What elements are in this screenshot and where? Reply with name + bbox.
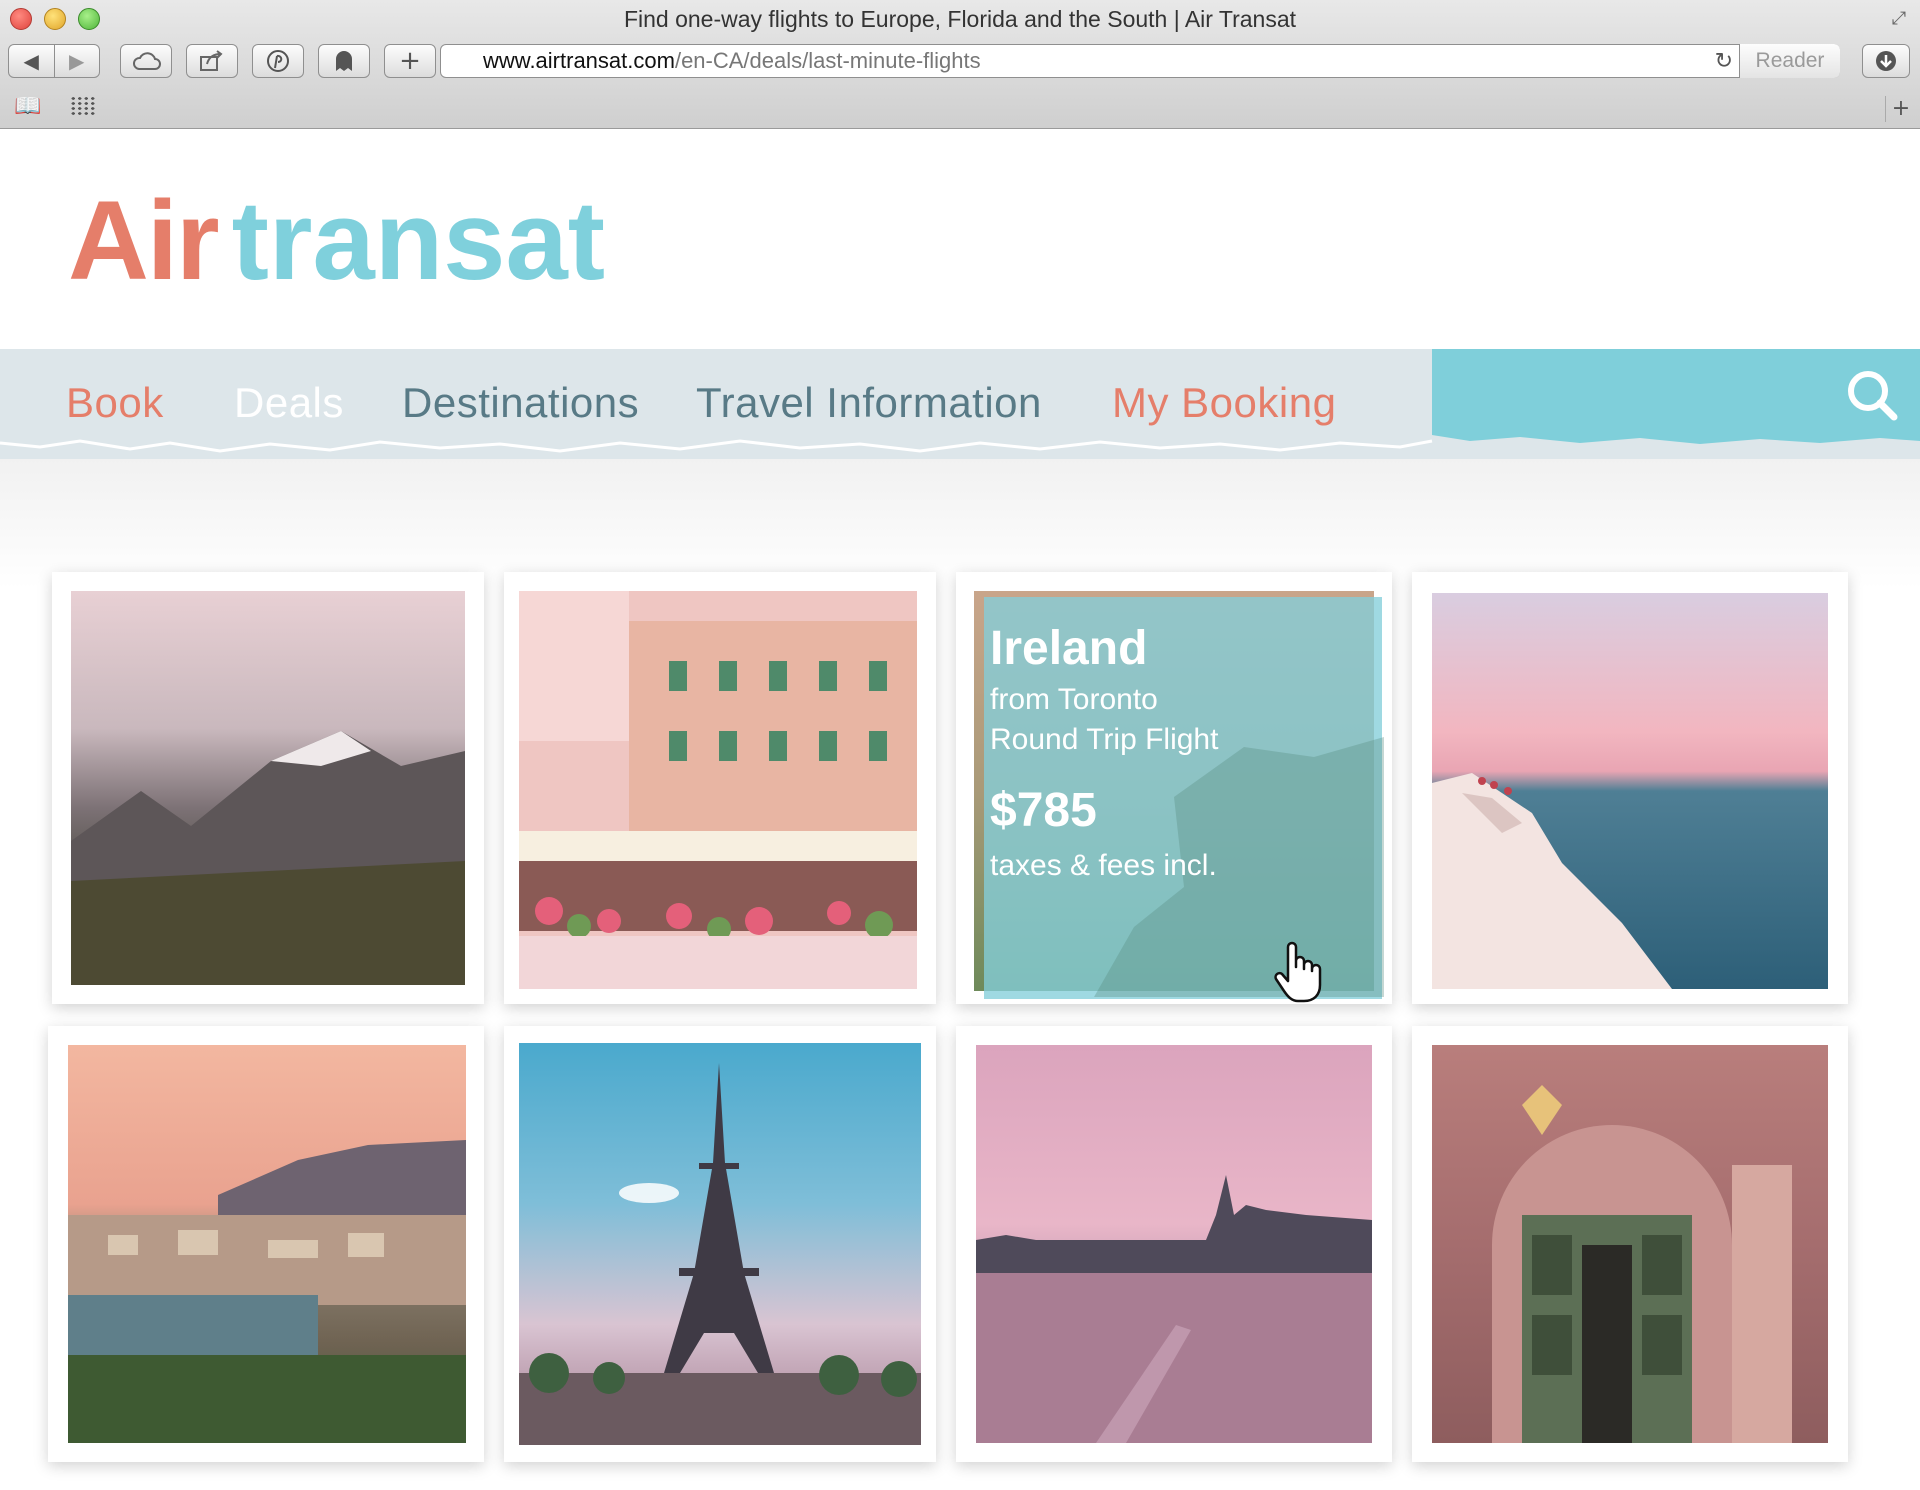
ghost-icon (336, 51, 352, 71)
add-bookmark-icon[interactable]: + (1885, 96, 1916, 122)
browser-chrome: Find one-way flights to Europe, Florida … (0, 0, 1920, 129)
search-button[interactable] (1432, 349, 1920, 435)
cliffs-illustration (1432, 773, 1672, 989)
deal-taxes-note: taxes & fees incl. (990, 849, 1217, 882)
new-tab-button[interactable]: + (384, 44, 436, 78)
fullscreen-icon[interactable]: ⤢ (1888, 8, 1910, 30)
address-bar[interactable]: www.airtransat.com/en-CA/deals/last-minu… (440, 44, 1840, 78)
downloads-button[interactable] (1862, 44, 1910, 78)
mountain-photo (71, 591, 465, 985)
plaza-illustration (519, 591, 917, 989)
eiffel-tower-photo (519, 1043, 921, 1445)
coastal-city-photo (68, 1045, 466, 1443)
back-forward-group: ◀ ▶ (8, 44, 100, 78)
deal-destination: Ireland (990, 622, 1148, 675)
pinterest-icon (267, 50, 289, 72)
deal-trip-type: Round Trip Flight (990, 723, 1219, 756)
background-fade (0, 459, 1920, 589)
coastal-city-illustration (68, 1140, 466, 1443)
logo-transat: transat (231, 178, 606, 303)
air-transat-logo[interactable]: Air transat (68, 178, 606, 303)
destination-tile-coastal-city[interactable] (48, 1026, 484, 1462)
download-icon (1876, 51, 1896, 71)
share-icon (200, 50, 223, 71)
web-page: Air transat Book Deals Destinations Trav… (0, 129, 1920, 1490)
bookmarks-bar: 📖 + (0, 90, 1920, 126)
nav-travel-information[interactable]: Travel Information (696, 379, 1042, 427)
forward-icon[interactable]: ▶ (55, 49, 100, 73)
url-host: www.airtransat.com (483, 48, 675, 73)
nav-my-booking[interactable]: My Booking (1112, 379, 1336, 427)
london-photo (976, 1045, 1372, 1443)
icloud-tabs-button[interactable] (120, 44, 172, 78)
ghostery-button[interactable] (318, 44, 370, 78)
reader-button[interactable]: Reader (1739, 44, 1840, 78)
cliffs-photo (1432, 593, 1828, 989)
pinterest-button[interactable] (252, 44, 304, 78)
torn-paper-edge (0, 429, 1920, 453)
back-icon[interactable]: ◀ (9, 49, 54, 73)
window-title: Find one-way flights to Europe, Florida … (623, 6, 1297, 32)
ireland-photo: Ireland from Toronto Round Trip Flight $… (974, 591, 1384, 1003)
title-bar: Find one-way flights to Europe, Florida … (0, 0, 1920, 38)
destination-tile-doorway[interactable] (1412, 1026, 1848, 1462)
reload-icon[interactable]: ↻ (1715, 45, 1733, 77)
browser-toolbar: ◀ ▶ + www.airtransat.com/en-CA/deals/las… (0, 40, 1920, 86)
destination-tile-london[interactable] (956, 1026, 1392, 1462)
deal-tile-ireland[interactable]: Ireland from Toronto Round Trip Flight $… (956, 572, 1392, 1004)
mountain-illustration (71, 731, 465, 985)
destination-tile-plaza[interactable] (504, 572, 936, 1004)
logo-air: Air (68, 178, 220, 303)
doorway-photo (1432, 1045, 1828, 1443)
cloud-icon (133, 52, 161, 70)
nav-destinations[interactable]: Destinations (402, 379, 639, 427)
reading-list-icon[interactable]: 📖 (14, 94, 41, 119)
destination-tile-paris[interactable] (504, 1026, 936, 1462)
deal-price: $785 (990, 784, 1097, 837)
destination-tile-cliffs[interactable] (1412, 572, 1848, 1004)
share-button[interactable] (186, 44, 238, 78)
hand-cursor-icon (1274, 941, 1322, 1003)
plaza-photo (519, 591, 917, 989)
nav-book[interactable]: Book (66, 379, 164, 427)
eiffel-tower-illustration (519, 1063, 921, 1445)
url-path: /en-CA/deals/last-minute-flights (674, 48, 981, 73)
london-illustration (976, 1175, 1372, 1443)
search-icon (1848, 371, 1898, 421)
nav-deals[interactable]: Deals (234, 379, 344, 427)
deal-origin: from Toronto (990, 683, 1158, 716)
top-sites-icon[interactable] (70, 96, 96, 116)
doorway-illustration (1492, 1085, 1792, 1443)
destination-tile-mountains[interactable] (52, 572, 484, 1004)
